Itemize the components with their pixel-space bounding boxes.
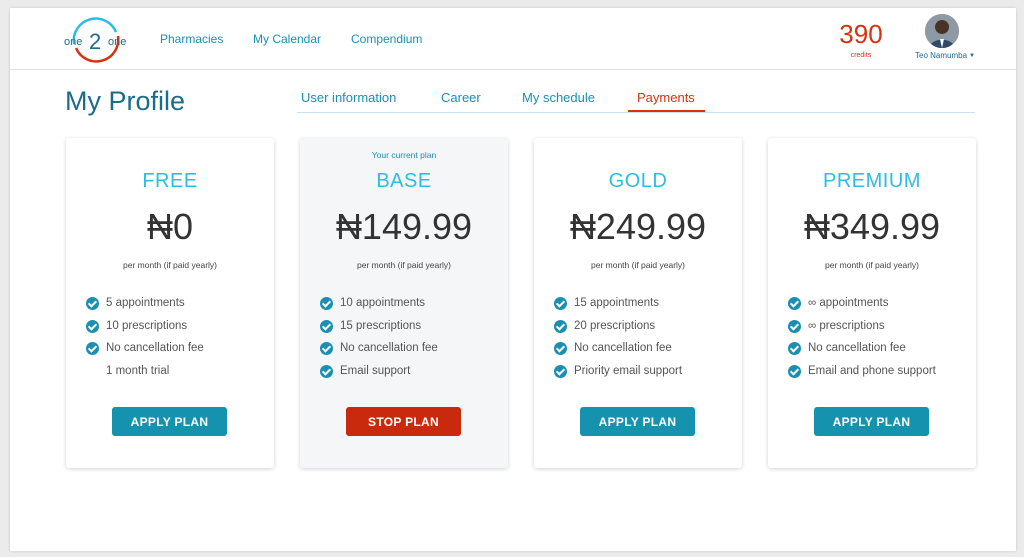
plan-period: per month (if paid yearly) [590,260,685,270]
feature-item: ∞ appointments [788,296,968,319]
logo-text-center: 2 [89,29,101,54]
apply-plan-button-gold[interactable]: APPLY PLAN [580,407,695,436]
feature-item: 20 prescriptions [554,319,734,342]
check-circle-icon [554,364,567,378]
check-circle-icon [86,319,99,333]
feature-text: Email support [340,364,411,377]
feature-item: 15 prescriptions [320,319,500,342]
one2one-logo[interactable]: one 2 one [60,14,132,64]
plan-card-free: FREE ₦0 per month (if paid yearly) 5 app… [66,138,274,468]
check-circle-icon [554,297,567,310]
feature-item: ∞ prescriptions [788,319,968,342]
plan-price: ₦249.99 [569,206,707,247]
user-menu[interactable]: Teo Namumba ▼ [910,51,980,60]
feature-text: 15 prescriptions [340,319,422,332]
feature-text: 10 appointments [340,297,426,309]
plan-name: FREE [142,170,198,192]
feature-list: 10 appointments 15 prescriptions No canc… [320,296,500,386]
plan-price: ₦149.99 [335,206,473,247]
check-circle-icon [320,297,333,310]
current-plan-label: Your current plan [371,150,437,160]
stop-plan-button[interactable]: STOP PLAN [346,407,461,436]
feature-list: ∞ appointments ∞ prescriptions No cancel… [788,296,968,386]
feature-text: 15 appointments [574,297,660,309]
plan-period: per month (if paid yearly) [824,260,919,270]
logo-text-right: one [108,36,126,48]
check-circle-icon [788,319,801,333]
feature-text: Email and phone support [808,364,936,377]
plan-period: per month (if paid yearly) [356,260,451,270]
tab-payments[interactable]: Payments [637,90,695,112]
tab-user-information[interactable]: User information [301,90,396,112]
page-title: My Profile [65,86,186,116]
app-window: one 2 one Pharmacies My Calendar Compend… [10,8,1016,551]
plan-name: BASE [376,170,432,192]
feature-item: 10 appointments [320,296,500,319]
feature-text: No cancellation fee [574,342,672,354]
plan-price: ₦349.99 [803,206,941,247]
plan-name: PREMIUM [823,170,921,192]
no-check-spacer [86,365,99,378]
feature-text: 20 prescriptions [574,319,656,332]
check-circle-icon [554,342,567,355]
feature-list: 5 appointments 10 prescriptions No cance… [86,296,266,386]
apply-plan-button-premium[interactable]: APPLY PLAN [814,407,929,436]
feature-list: 15 appointments 20 prescriptions No canc… [554,296,734,386]
tab-my-schedule[interactable]: My schedule [522,90,595,112]
check-circle-icon [86,297,99,310]
check-circle-icon [788,297,801,310]
feature-item: No cancellation fee [788,341,968,364]
user-name: Teo Namumba [915,51,968,60]
feature-item: Email and phone support [788,364,968,387]
caret-down-icon: ▼ [969,52,975,59]
check-circle-icon [788,342,801,355]
active-tab-indicator [628,110,705,112]
feature-text: ∞ appointments [808,297,889,309]
check-circle-icon [320,364,333,378]
check-circle-icon [320,342,333,355]
feature-text: No cancellation fee [340,342,438,354]
check-circle-icon [554,319,567,333]
feature-item: No cancellation fee [320,341,500,364]
plan-period: per month (if paid yearly) [122,260,217,270]
feature-item: 1 month trial [86,364,266,387]
nav-pharmacies[interactable]: Pharmacies [160,32,223,46]
logo-text-left: one [64,36,82,48]
feature-item: No cancellation fee [86,341,266,364]
tab-career[interactable]: Career [441,90,481,112]
plan-card-base: Your current plan BASE ₦149.99 per month… [300,138,508,468]
feature-item: Priority email support [554,364,734,387]
feature-text: 5 appointments [106,297,185,309]
check-circle-icon [320,319,333,333]
plan-name: GOLD [608,170,668,192]
feature-item: 5 appointments [86,296,266,319]
credits-count: 390 [839,19,883,49]
feature-item: 10 prescriptions [86,319,266,342]
plan-price: ₦0 [146,206,194,247]
feature-text: No cancellation fee [808,342,906,354]
top-header: one 2 one Pharmacies My Calendar Compend… [10,8,1016,70]
apply-plan-button-free[interactable]: APPLY PLAN [112,407,227,436]
user-avatar-icon[interactable] [925,14,959,48]
feature-item: Email support [320,364,500,387]
feature-text: 1 month trial [106,364,170,377]
plan-card-premium: PREMIUM ₦349.99 per month (if paid yearl… [768,138,976,468]
credits-label: credits [850,52,872,59]
nav-my-calendar[interactable]: My Calendar [253,32,321,46]
feature-item: No cancellation fee [554,341,734,364]
feature-text: Priority email support [574,364,683,377]
check-circle-icon [788,364,801,378]
nav-compendium[interactable]: Compendium [351,32,422,46]
feature-text: ∞ prescriptions [808,319,885,332]
tab-bar-divider [297,112,975,113]
check-circle-icon [86,342,99,355]
plan-card-gold: GOLD ₦249.99 per month (if paid yearly) … [534,138,742,468]
feature-text: No cancellation fee [106,342,204,354]
feature-item: 15 appointments [554,296,734,319]
feature-text: 10 prescriptions [106,319,188,332]
